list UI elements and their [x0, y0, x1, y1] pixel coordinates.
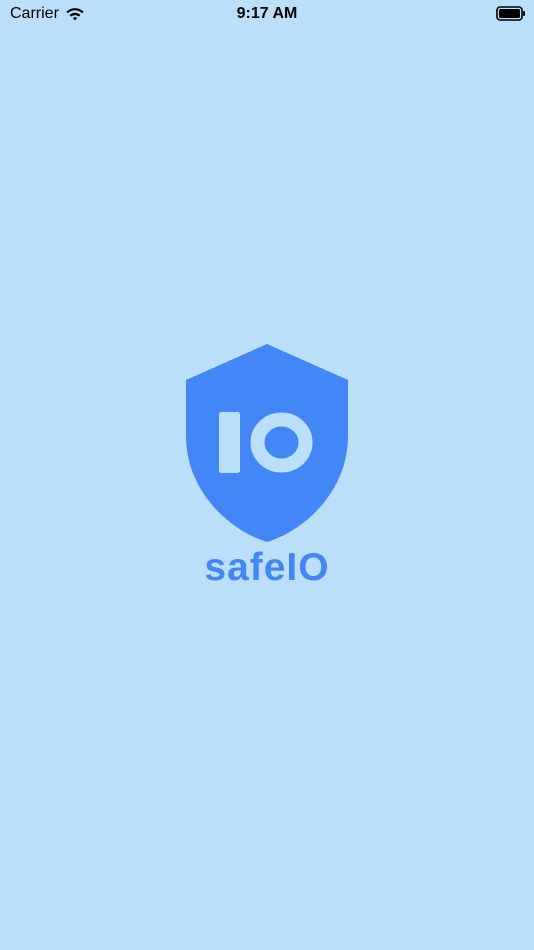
splash-logo: IO safeIO — [0, 344, 534, 594]
battery-icon — [496, 6, 525, 21]
shield-icon: IO — [186, 344, 348, 542]
status-time: 9:17 AM — [236, 5, 298, 22]
status-bar: Carrier 9:17 AM — [0, 0, 534, 28]
brand-name: safeIO — [204, 546, 330, 589]
